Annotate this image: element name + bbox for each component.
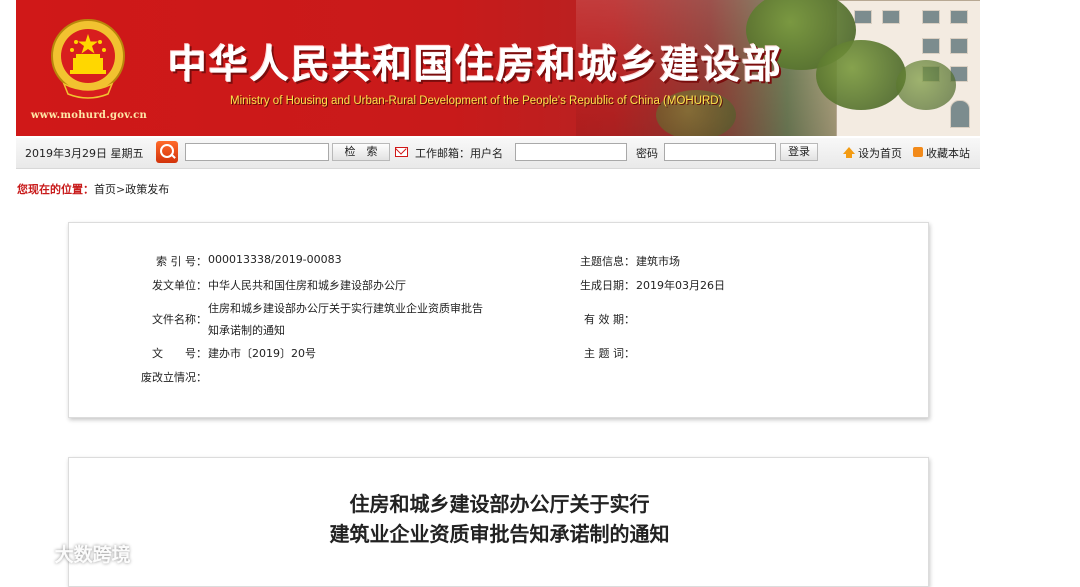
breadcrumb-separator: >	[116, 183, 126, 196]
password-label: 密码	[636, 147, 658, 160]
search-input[interactable]	[185, 143, 329, 161]
date-label: 生成日期：	[580, 279, 635, 292]
building-window	[882, 10, 900, 24]
building-window	[950, 10, 968, 24]
header-banner: www.mohurd.gov.cn 中华人民共和国住房和城乡建设部 Minist…	[16, 0, 980, 136]
index-value: 000013338/2019-00083	[208, 253, 342, 266]
date-value: 2019年03月26日	[636, 279, 725, 292]
watermark-text: 大数跨境	[54, 544, 131, 566]
docnum-label: 文 号：	[152, 347, 207, 360]
search-icon[interactable]	[156, 141, 178, 163]
document-title-line2: 建筑业企业资质审批告知承诺制的通知	[329, 522, 670, 546]
wechat-logo-icon	[10, 546, 42, 568]
docnum-value: 建办市〔2019〕20号	[208, 347, 316, 360]
breadcrumb-current-link[interactable]: 政策发布	[125, 183, 169, 196]
username-input[interactable]	[515, 143, 627, 161]
topic-value: 建筑市场	[636, 255, 680, 268]
search-button[interactable]: 检 索	[332, 143, 390, 161]
issuer-value: 中华人民共和国住房和城乡建设部办公厅	[208, 279, 406, 292]
building-window	[950, 100, 970, 128]
top-toolbar: 2019年3月29日 星期五 检 索 工作邮箱：用户名 密码 登录 设为首页 收…	[16, 138, 980, 169]
mail-icon	[395, 147, 408, 157]
building-window	[950, 38, 968, 54]
home-icon	[843, 147, 855, 158]
filename-label: 文件名称：	[152, 313, 207, 326]
issuer-label: 发文单位：	[152, 279, 207, 292]
document-body-panel: 住房和城乡建设部办公厅关于实行 建筑业企业资质审批告知承诺制的通知	[68, 457, 929, 587]
keyword-label: 主 题 词：	[584, 347, 635, 360]
filename-line1: 住房和城乡建设部办公厅关于实行建筑业企业资质审批告	[208, 302, 483, 315]
ministry-title: 中华人民共和国住房和城乡建设部	[168, 43, 784, 88]
login-button[interactable]: 登录	[780, 143, 818, 161]
set-home-link[interactable]: 设为首页	[858, 145, 902, 161]
watermark: 大数跨境	[8, 540, 131, 568]
breadcrumb-lead: 您现在的位置：	[17, 183, 94, 196]
current-date: 2019年3月29日 星期五	[25, 147, 144, 160]
search-handle	[170, 153, 176, 159]
validity-label: 有 效 期：	[584, 313, 635, 326]
national-emblem-icon	[51, 19, 125, 99]
index-label: 索 引 号：	[156, 255, 207, 268]
building-window	[854, 10, 872, 24]
ministry-english-title: Ministry of Housing and Urban-Rural Deve…	[230, 95, 723, 107]
tree-foliage	[816, 40, 906, 110]
tree-foliage	[896, 60, 956, 110]
breadcrumb-home-link[interactable]: 首页	[94, 183, 116, 196]
topic-label: 主题信息：	[580, 255, 635, 268]
document-info-panel: 索 引 号： 000013338/2019-00083 主题信息： 建筑市场 发…	[68, 222, 929, 418]
mail-username-label: 工作邮箱：用户名	[415, 147, 503, 160]
status-label: 废改立情况：	[141, 371, 207, 384]
building-window	[922, 10, 940, 24]
bookmark-link[interactable]: 收藏本站	[926, 145, 970, 161]
filename-line2: 知承诺制的通知	[208, 324, 285, 337]
site-url: www.mohurd.gov.cn	[30, 110, 148, 121]
breadcrumb: 您现在的位置：首页>政策发布	[17, 181, 169, 197]
bookmark-icon	[913, 147, 923, 157]
password-input[interactable]	[664, 143, 776, 161]
building-window	[922, 38, 940, 54]
document-title-line1: 住房和城乡建设部办公厅关于实行	[349, 492, 650, 516]
